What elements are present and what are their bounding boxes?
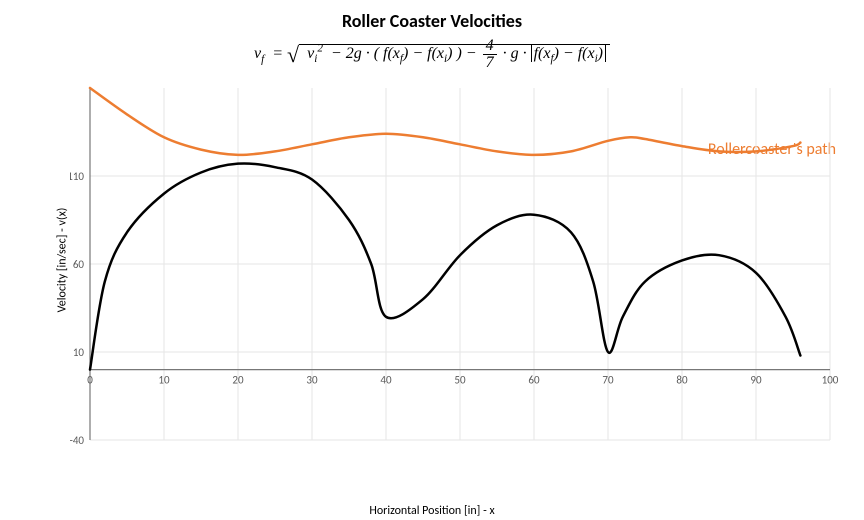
plot-area: 0 10 20 30 40 50 60 70 80 90 100 -40 10 60 110 bbox=[70, 80, 840, 480]
svg-text:60: 60 bbox=[73, 258, 85, 271]
svg-text:10: 10 bbox=[73, 346, 85, 359]
svg-text:50: 50 bbox=[454, 374, 466, 387]
svg-text:-40: -40 bbox=[70, 434, 84, 447]
chart-container: Roller Coaster Velocities vf = √ vi2 − 2… bbox=[0, 0, 864, 520]
svg-text:110: 110 bbox=[70, 170, 84, 183]
svg-text:30: 30 bbox=[306, 374, 318, 387]
svg-text:0: 0 bbox=[87, 374, 93, 387]
svg-text:80: 80 bbox=[676, 374, 688, 387]
x-axis-label: Horizontal Position [in] - x bbox=[0, 504, 864, 518]
svg-text:10: 10 bbox=[158, 374, 170, 387]
svg-text:70: 70 bbox=[602, 374, 614, 387]
svg-text:60: 60 bbox=[528, 374, 540, 387]
chart-title: Roller Coaster Velocities bbox=[0, 10, 864, 32]
chart-equation: vf = √ vi2 − 2g · ( f(xf) − f(xi) ) − 47… bbox=[0, 38, 864, 71]
svg-text:100: 100 bbox=[822, 374, 839, 387]
y-axis-label: Velocity [in/sec] - v(x) bbox=[55, 208, 69, 313]
svg-text:20: 20 bbox=[232, 374, 244, 387]
svg-text:40: 40 bbox=[380, 374, 392, 387]
plot-svg: 0 10 20 30 40 50 60 70 80 90 100 -40 10 60 110 bbox=[70, 80, 840, 480]
svg-text:90: 90 bbox=[750, 374, 762, 387]
